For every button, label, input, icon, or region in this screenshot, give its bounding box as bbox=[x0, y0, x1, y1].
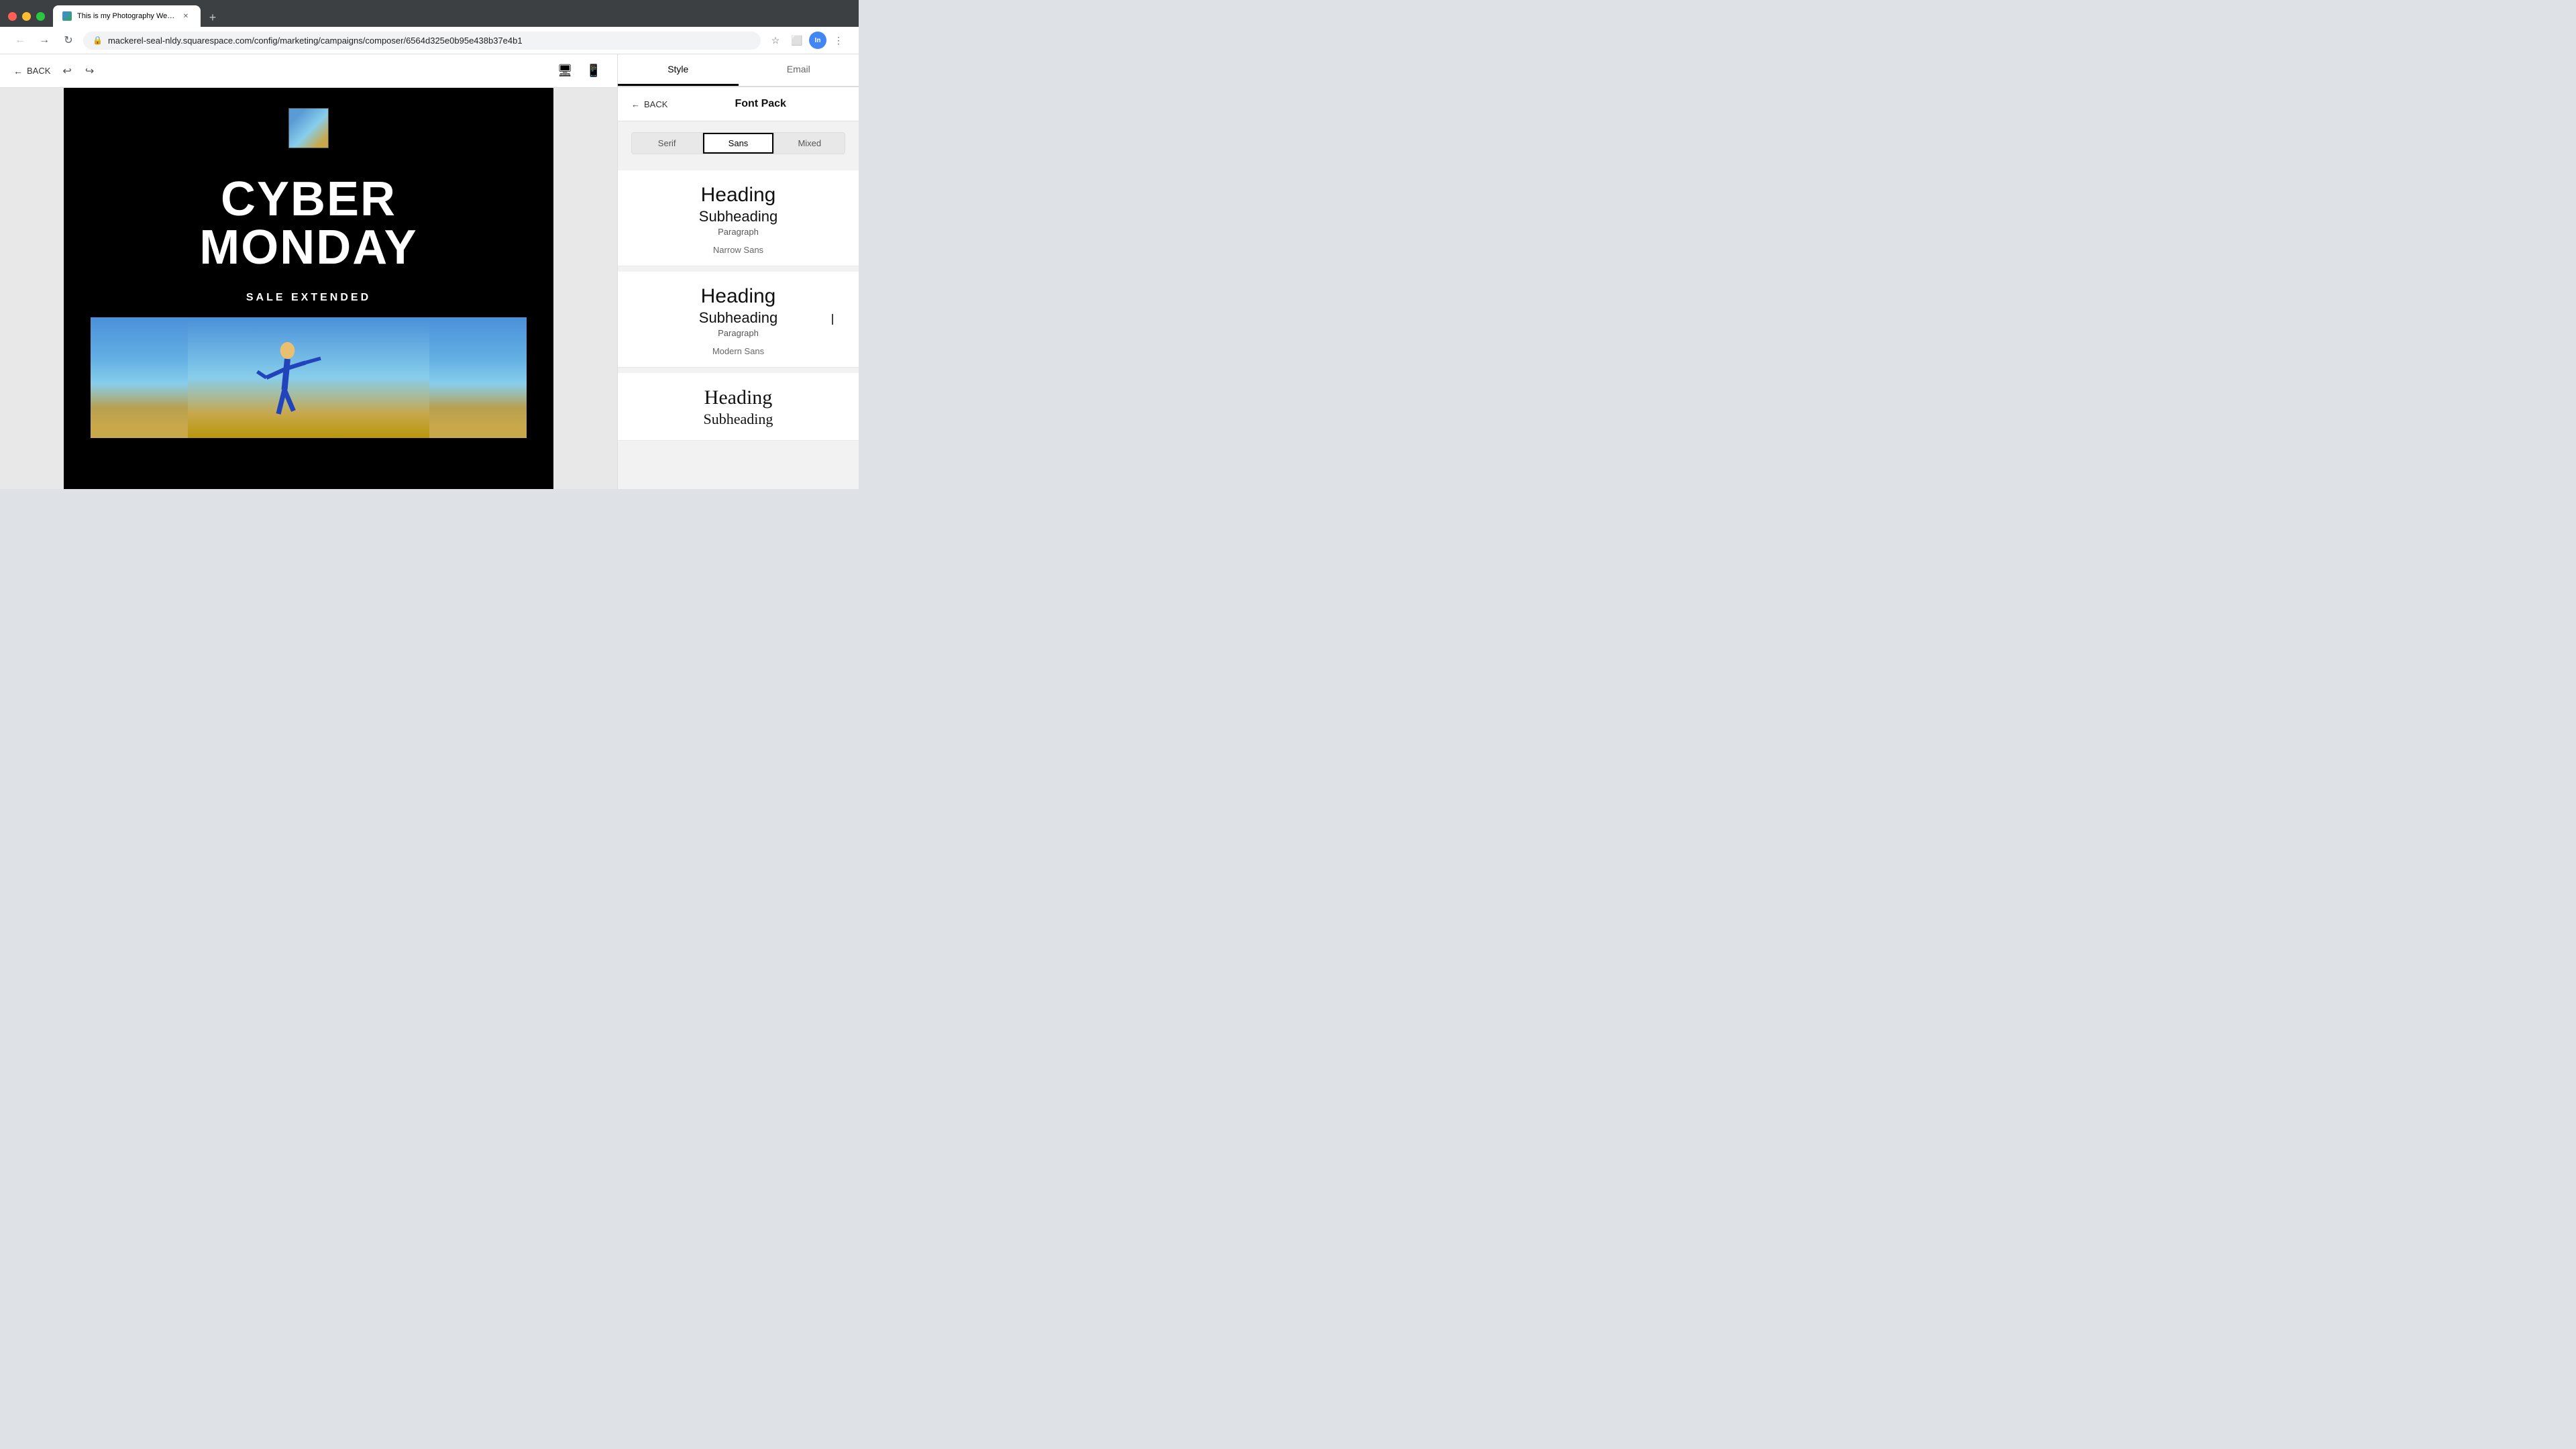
app-layout: ← BACK ↩ ↪ 🖥 📱 CYBER bbox=[0, 54, 859, 489]
panel-back-label: BACK bbox=[644, 99, 667, 109]
canvas-area[interactable]: CYBER MONDAY SALE EXTENDED bbox=[0, 88, 617, 489]
undo-button[interactable]: ↩ bbox=[58, 62, 75, 80]
style-panel: Style Email ← BACK Font Pack Serif Sans … bbox=[617, 54, 859, 489]
font-pack-paragraph-2: Paragraph bbox=[634, 328, 843, 338]
tab-title: This is my Photography Website bbox=[77, 12, 175, 20]
device-buttons: 🖥 📱 bbox=[555, 61, 604, 80]
window-controls bbox=[8, 12, 45, 21]
email-headline-line1: CYBER bbox=[91, 175, 527, 223]
browser-window: This is my Photography Website ✕ + ← → ↻… bbox=[0, 0, 859, 54]
browser-tab-active[interactable]: This is my Photography Website ✕ bbox=[53, 5, 201, 27]
undo-redo-controls: ↩ ↪ bbox=[58, 62, 98, 80]
refresh-button[interactable]: ↻ bbox=[59, 31, 78, 50]
title-bar: This is my Photography Website ✕ + bbox=[0, 0, 859, 27]
profile-button[interactable]: In bbox=[809, 32, 826, 49]
dancer-svg bbox=[91, 317, 527, 438]
browser-toolbar: ← → ↻ 🔒 mackerel-seal-nldy.squarespace.c… bbox=[0, 27, 859, 54]
font-pack-list[interactable]: Heading Subheading Paragraph Narrow Sans… bbox=[618, 165, 859, 489]
address-bar[interactable]: 🔒 mackerel-seal-nldy.squarespace.com/con… bbox=[83, 32, 761, 50]
email-photo-container bbox=[64, 317, 553, 438]
font-pack-item-3[interactable]: Heading Subheading bbox=[618, 373, 859, 441]
tab-favicon bbox=[62, 11, 72, 21]
email-header-image-container bbox=[64, 88, 553, 162]
email-subtext: SALE EXTENDED bbox=[64, 285, 553, 317]
new-tab-button[interactable]: + bbox=[203, 8, 222, 27]
font-pack-subheading-3: Subheading bbox=[634, 411, 843, 428]
email-sale-text: SALE EXTENDED bbox=[91, 292, 527, 304]
font-pack-item-modern-sans[interactable]: Heading Subheading Paragraph Modern Sans bbox=[618, 272, 859, 368]
desktop-view-button[interactable]: 🖥 bbox=[555, 61, 576, 80]
panel-back-button[interactable]: ← BACK bbox=[631, 99, 667, 109]
email-header-image bbox=[288, 108, 329, 148]
font-pack-item-narrow-sans[interactable]: Heading Subheading Paragraph Narrow Sans bbox=[618, 170, 859, 266]
url-text: mackerel-seal-nldy.squarespace.com/confi… bbox=[108, 36, 751, 46]
style-email-tabs: Style Email bbox=[618, 54, 859, 87]
dancer-image bbox=[91, 317, 527, 438]
tab-bar: This is my Photography Website ✕ + bbox=[53, 5, 222, 27]
bookmark-button[interactable]: ☆ bbox=[766, 31, 785, 50]
font-type-mixed[interactable]: Mixed bbox=[774, 132, 845, 154]
font-pack-heading-3: Heading bbox=[634, 386, 843, 409]
toolbar-actions: ☆ ⬜ In ⋮ bbox=[766, 31, 848, 50]
lock-icon: 🔒 bbox=[93, 36, 103, 45]
forward-nav-button[interactable]: → bbox=[35, 31, 54, 50]
font-pack-subheading-2: Subheading bbox=[634, 309, 843, 327]
font-pack-name-1: Narrow Sans bbox=[634, 245, 843, 255]
font-pack-heading-1: Heading bbox=[634, 184, 843, 207]
canvas-content: CYBER MONDAY SALE EXTENDED bbox=[64, 88, 553, 489]
font-pack-name-2: Modern Sans bbox=[634, 346, 843, 356]
panel-header: ← BACK Font Pack bbox=[618, 87, 859, 121]
tab-style[interactable]: Style bbox=[618, 54, 739, 86]
editor-header: ← BACK ↩ ↪ 🖥 📱 bbox=[0, 54, 617, 88]
font-pack-paragraph-1: Paragraph bbox=[634, 227, 843, 237]
redo-button[interactable]: ↪ bbox=[81, 62, 98, 80]
tab-close-button[interactable]: ✕ bbox=[180, 11, 191, 21]
mobile-view-button[interactable]: 📱 bbox=[584, 61, 604, 80]
close-window-button[interactable] bbox=[8, 12, 17, 21]
back-arrow-icon: ← bbox=[13, 66, 23, 76]
email-content: CYBER MONDAY SALE EXTENDED bbox=[64, 88, 553, 438]
back-nav-button[interactable]: ← bbox=[11, 31, 30, 50]
panel-title: Font Pack bbox=[676, 98, 845, 110]
tab-email[interactable]: Email bbox=[739, 54, 859, 86]
font-type-sans[interactable]: Sans bbox=[702, 132, 773, 154]
editor-back-label: BACK bbox=[27, 66, 50, 76]
maximize-window-button[interactable] bbox=[36, 12, 45, 21]
cursor-indicator bbox=[832, 314, 839, 325]
font-type-serif[interactable]: Serif bbox=[631, 132, 702, 154]
email-headline-line2: MONDAY bbox=[91, 223, 527, 272]
editor-panel: ← BACK ↩ ↪ 🖥 📱 CYBER bbox=[0, 54, 617, 489]
font-type-tabs: Serif Sans Mixed bbox=[618, 121, 859, 165]
extensions-button[interactable]: ⋮ bbox=[829, 31, 848, 50]
font-pack-subheading-1: Subheading bbox=[634, 208, 843, 225]
font-pack-heading-2: Heading bbox=[634, 285, 843, 308]
panel-back-arrow-icon: ← bbox=[631, 99, 640, 109]
minimize-window-button[interactable] bbox=[22, 12, 31, 21]
email-headline: CYBER MONDAY bbox=[64, 162, 553, 285]
editor-back-button[interactable]: ← BACK bbox=[13, 66, 50, 76]
screen-cast-button[interactable]: ⬜ bbox=[788, 31, 806, 50]
